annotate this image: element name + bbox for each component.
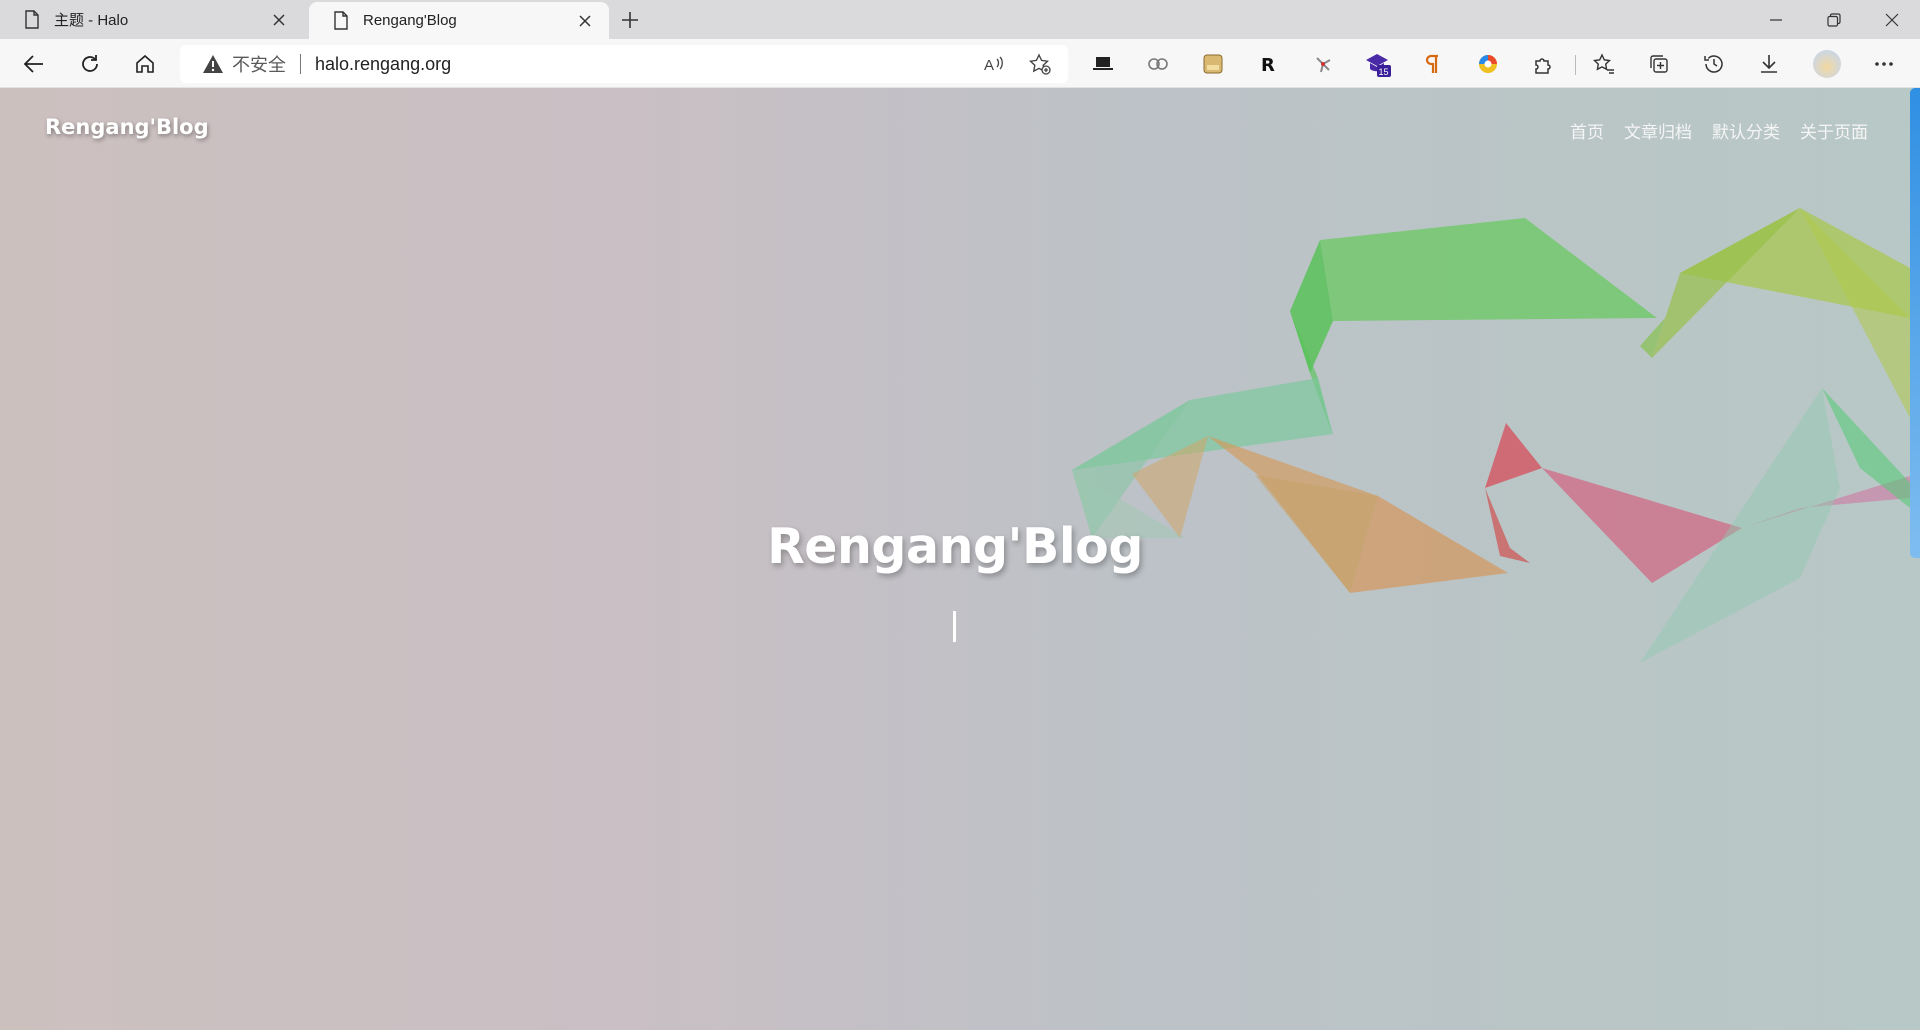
r-extension-icon: R — [1261, 55, 1275, 75]
browser-toolbar: 不安全 halo.rengang.org A R 15 — [0, 39, 1920, 88]
menu-item-archives[interactable]: 文章归档 — [1624, 118, 1692, 143]
collections-button[interactable] — [1641, 46, 1677, 82]
graduation-cap-icon: 15 — [1366, 54, 1391, 77]
extension-badge: 15 — [1379, 67, 1389, 77]
avatar — [1813, 50, 1841, 78]
address-bar[interactable]: 不安全 halo.rengang.org A — [180, 45, 1068, 83]
site-header: Rengang'Blog 首页 文章归档 默认分类 关于页面 — [0, 88, 1910, 168]
extension-r-button[interactable]: R — [1250, 46, 1286, 82]
back-button[interactable] — [16, 46, 52, 82]
hero-title: Rengang'Blog — [767, 518, 1143, 575]
address-divider — [300, 54, 301, 74]
warning-icon[interactable] — [202, 54, 224, 74]
restore-button[interactable] — [1806, 0, 1862, 39]
notes-extension-icon — [1203, 54, 1223, 74]
close-window-button[interactable] — [1864, 0, 1920, 39]
color-wheel-icon — [1479, 55, 1497, 73]
url-text[interactable]: halo.rengang.org — [315, 54, 451, 75]
svg-text:A: A — [984, 57, 994, 74]
extension-color-button[interactable] — [1470, 46, 1506, 82]
tab-rengang-blog[interactable]: Rengang'Blog — [309, 2, 609, 39]
tab-title: 主题 - Halo — [54, 12, 129, 29]
extension-notes-button[interactable] — [1195, 46, 1231, 82]
more-dots-icon — [1875, 62, 1893, 66]
settings-more-button[interactable] — [1866, 46, 1902, 82]
new-tab-button[interactable] — [614, 4, 646, 36]
downloads-button[interactable] — [1751, 46, 1787, 82]
menu-item-about[interactable]: 关于页面 — [1800, 118, 1868, 143]
profile-button[interactable] — [1809, 46, 1845, 82]
typing-cursor — [953, 611, 956, 642]
collections-icon — [1650, 55, 1668, 73]
favorites-button[interactable] — [1586, 46, 1622, 82]
arrow-left-icon — [23, 55, 43, 73]
menu-item-home[interactable]: 首页 — [1570, 118, 1604, 143]
fan-extension-icon — [1316, 57, 1331, 73]
cast-device-button[interactable] — [1085, 46, 1121, 82]
extension-paragraph-button[interactable] — [1415, 46, 1451, 82]
refresh-button[interactable] — [72, 46, 108, 82]
document-icon — [25, 10, 39, 29]
add-favorite-icon[interactable] — [1022, 46, 1058, 82]
history-button[interactable] — [1696, 46, 1732, 82]
minimize-icon — [1770, 18, 1782, 21]
page-scrollbar[interactable] — [1910, 88, 1920, 1030]
site-logo[interactable]: Rengang'Blog — [45, 115, 209, 139]
pilcrow-icon — [1425, 54, 1438, 73]
restore-icon — [1827, 12, 1841, 27]
extension-study-button[interactable]: 15 — [1360, 46, 1396, 82]
document-icon — [334, 11, 348, 30]
tab-title: Rengang'Blog — [363, 12, 457, 29]
extension-fan-button[interactable] — [1305, 46, 1341, 82]
download-icon — [1761, 55, 1777, 73]
home-button[interactable] — [127, 46, 163, 82]
plus-icon — [622, 12, 638, 28]
security-status[interactable]: 不安全 — [232, 51, 286, 77]
close-tab-icon[interactable] — [573, 9, 597, 33]
history-icon — [1704, 55, 1723, 73]
extensions-button[interactable] — [1525, 46, 1561, 82]
tab-theme-halo[interactable]: 主题 - Halo — [0, 0, 303, 39]
page-viewport: Rengang'Blog 首页 文章归档 默认分类 关于页面 Rengang'B… — [0, 88, 1920, 1030]
laptop-icon — [1093, 57, 1113, 70]
read-aloud-icon[interactable]: A — [976, 46, 1012, 82]
close-icon — [1885, 13, 1899, 26]
home-icon — [136, 54, 154, 73]
minimize-button[interactable] — [1748, 0, 1804, 39]
link-extension-icon — [1148, 58, 1168, 70]
close-tab-icon[interactable] — [267, 8, 291, 32]
tab-strip: 主题 - Halo Rengang'Blog — [0, 0, 1920, 39]
toolbar-divider — [1575, 55, 1576, 75]
favorites-star-icon — [1593, 53, 1614, 74]
svg-text:R: R — [1261, 55, 1275, 75]
site-menu: 首页 文章归档 默认分类 关于页面 — [1570, 118, 1868, 143]
puzzle-icon — [1535, 58, 1551, 74]
refresh-icon — [82, 55, 98, 72]
menu-item-default-category[interactable]: 默认分类 — [1712, 118, 1780, 143]
scrollbar-thumb[interactable] — [1910, 88, 1920, 558]
extension-link-button[interactable] — [1140, 46, 1176, 82]
